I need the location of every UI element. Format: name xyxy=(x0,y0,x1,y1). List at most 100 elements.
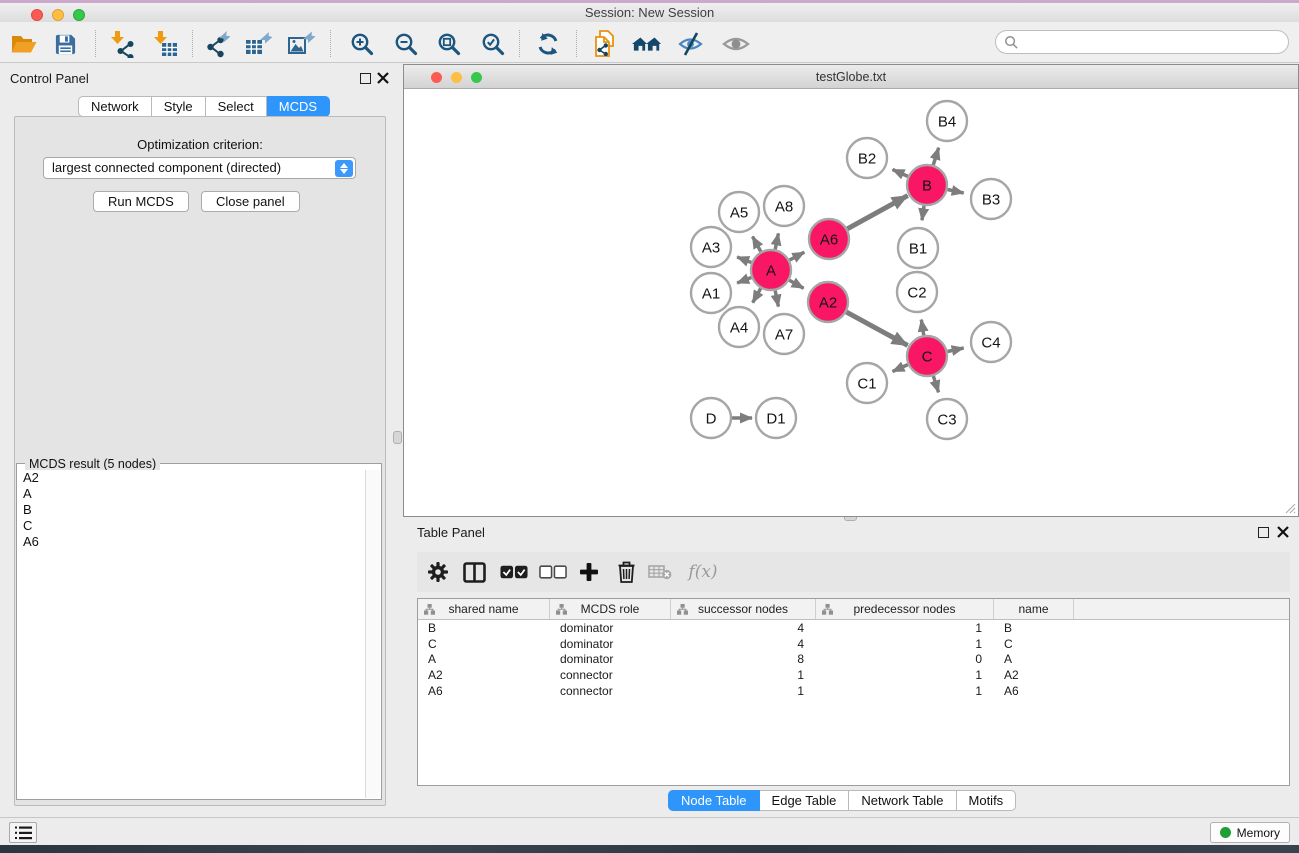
graph-node-C1[interactable]: C1 xyxy=(847,363,887,403)
graph-node-C[interactable]: C xyxy=(907,336,947,376)
graph-edge-A-A8[interactable] xyxy=(775,233,778,249)
tab-edge-table[interactable]: Edge Table xyxy=(760,790,850,811)
criterion-dropdown[interactable]: largest connected component (directed) xyxy=(43,157,356,179)
table-panel-close-icon[interactable] xyxy=(1277,526,1289,538)
graph-edge-C-C3[interactable] xyxy=(933,376,938,392)
graph-node-B[interactable]: B xyxy=(907,165,947,205)
window-resize-grip[interactable] xyxy=(1284,502,1296,514)
graph-edge-B-B4[interactable] xyxy=(933,148,938,165)
mcds-result-item[interactable]: A xyxy=(18,486,366,502)
function-builder-icon[interactable]: f(x) xyxy=(683,559,723,585)
graph-node-A5[interactable]: A5 xyxy=(719,192,759,232)
graph-node-A[interactable]: A xyxy=(751,250,791,290)
graph-node-A7[interactable]: A7 xyxy=(764,314,804,354)
select-all-checkboxes-icon[interactable] xyxy=(500,559,528,585)
graph-edge-A-A7[interactable] xyxy=(775,291,778,307)
graph-edge-B-B1[interactable] xyxy=(922,206,924,220)
split-view-icon[interactable] xyxy=(460,559,488,585)
add-column-plus-icon[interactable] xyxy=(575,559,603,585)
graph-node-B1[interactable]: B1 xyxy=(898,228,938,268)
close-window-button[interactable] xyxy=(31,9,43,21)
zoom-out-icon[interactable] xyxy=(391,30,421,58)
refresh-icon[interactable] xyxy=(533,30,563,58)
save-session-icon[interactable] xyxy=(50,30,80,58)
control-panel-float-icon[interactable] xyxy=(360,73,371,84)
graph-edge-A-A1[interactable] xyxy=(737,278,751,283)
column-header-predecessor-nodes[interactable]: predecessor nodes xyxy=(816,599,994,619)
deselect-all-checkboxes-icon[interactable] xyxy=(539,559,567,585)
column-header-mcds-role[interactable]: MCDS role xyxy=(550,599,671,619)
mcds-result-item[interactable]: A6 xyxy=(18,534,366,550)
new-session-from-network-icon[interactable] xyxy=(590,30,620,58)
zoom-selected-icon[interactable] xyxy=(478,30,508,58)
graph-node-A6[interactable]: A6 xyxy=(809,219,849,259)
graph-edge-A-A6[interactable] xyxy=(790,252,805,260)
tab-network-table[interactable]: Network Table xyxy=(849,790,956,811)
column-header-shared-name[interactable]: shared name xyxy=(418,599,550,619)
import-table-icon[interactable] xyxy=(149,30,179,58)
zoom-window-button[interactable] xyxy=(73,9,85,21)
graph-edge-A-A2[interactable] xyxy=(789,280,803,288)
tab-motifs[interactable]: Motifs xyxy=(957,790,1017,811)
graph-node-A2[interactable]: A2 xyxy=(808,282,848,322)
close-panel-button[interactable]: Close panel xyxy=(201,191,300,212)
table-row[interactable]: Cdominator41C xyxy=(418,636,1289,652)
mcds-result-item[interactable]: C xyxy=(18,518,366,534)
network-minimize-button[interactable] xyxy=(451,72,462,83)
zoom-in-icon[interactable] xyxy=(347,30,377,58)
home-icon[interactable] xyxy=(632,30,662,58)
graph-node-B3[interactable]: B3 xyxy=(971,179,1011,219)
graph-node-A1[interactable]: A1 xyxy=(691,273,731,313)
column-header-successor-nodes[interactable]: successor nodes xyxy=(671,599,816,619)
import-network-icon[interactable] xyxy=(106,30,136,58)
mcds-result-scrollbar[interactable] xyxy=(365,470,380,798)
graph-edge-C-C1[interactable] xyxy=(893,365,908,372)
network-view-window[interactable]: testGlobe.txt A A1 A2 A3 A4 A5 A6 A7 A8 B B1 B2 B3B4… xyxy=(403,64,1299,517)
mcds-result-item[interactable]: A2 xyxy=(18,470,366,486)
column-header-name[interactable]: name xyxy=(994,599,1074,619)
control-panel-close-icon[interactable] xyxy=(377,72,389,84)
graph-edge-A-A3[interactable] xyxy=(737,257,751,262)
zoom-fit-icon[interactable] xyxy=(434,30,464,58)
delete-table-icon[interactable] xyxy=(646,559,674,585)
open-file-icon[interactable] xyxy=(8,30,38,58)
search-input[interactable] xyxy=(1024,35,1274,49)
table-row[interactable]: A6connector11A6 xyxy=(418,683,1289,699)
export-network-icon[interactable] xyxy=(203,30,233,58)
memory-button[interactable]: Memory xyxy=(1210,822,1290,843)
graph-node-C3[interactable]: C3 xyxy=(927,399,967,439)
vertical-splitter-handle[interactable] xyxy=(393,431,402,444)
graph-edge-C-C2[interactable] xyxy=(921,320,923,336)
graph-edge-C-C4[interactable] xyxy=(948,348,964,352)
graph-edge-B-B3[interactable] xyxy=(948,189,964,193)
tab-mcds[interactable]: MCDS xyxy=(267,96,330,117)
network-close-button[interactable] xyxy=(431,72,442,83)
graph-node-A8[interactable]: A8 xyxy=(764,186,804,226)
delete-column-trash-icon[interactable] xyxy=(612,559,640,585)
table-row[interactable]: Adominator80A xyxy=(418,651,1289,667)
graph-node-D[interactable]: D xyxy=(691,398,731,438)
table-row[interactable]: A2connector11A2 xyxy=(418,667,1289,683)
search-field[interactable] xyxy=(995,30,1289,54)
graph-node-B4[interactable]: B4 xyxy=(927,101,967,141)
show-hide-panel-eye-icon[interactable] xyxy=(721,30,751,58)
tab-network[interactable]: Network xyxy=(78,96,152,117)
network-canvas[interactable]: AA1A2A3A4A5A6A7A8BB1B2B3B4CC1C2C3C4DD1 xyxy=(404,89,1298,516)
graph-edge-A-A5[interactable] xyxy=(753,237,761,252)
table-settings-gear-icon[interactable] xyxy=(424,559,452,585)
graph-node-B2[interactable]: B2 xyxy=(847,138,887,178)
graph-node-A4[interactable]: A4 xyxy=(719,307,759,347)
toggle-graphics-details-icon[interactable] xyxy=(676,30,706,58)
tab-node-table[interactable]: Node Table xyxy=(668,790,760,811)
export-image-icon[interactable] xyxy=(287,30,317,58)
run-mcds-button[interactable]: Run MCDS xyxy=(93,191,189,212)
titlebar[interactable]: Session: New Session xyxy=(0,3,1299,22)
mcds-result-item[interactable]: B xyxy=(18,502,366,518)
graph-node-A3[interactable]: A3 xyxy=(691,227,731,267)
graph-edge-B-B2[interactable] xyxy=(893,169,908,176)
network-window-titlebar[interactable]: testGlobe.txt xyxy=(404,65,1298,89)
network-zoom-button[interactable] xyxy=(471,72,482,83)
tab-select[interactable]: Select xyxy=(206,96,267,117)
table-panel-float-icon[interactable] xyxy=(1258,527,1269,538)
graph-node-C2[interactable]: C2 xyxy=(897,272,937,312)
